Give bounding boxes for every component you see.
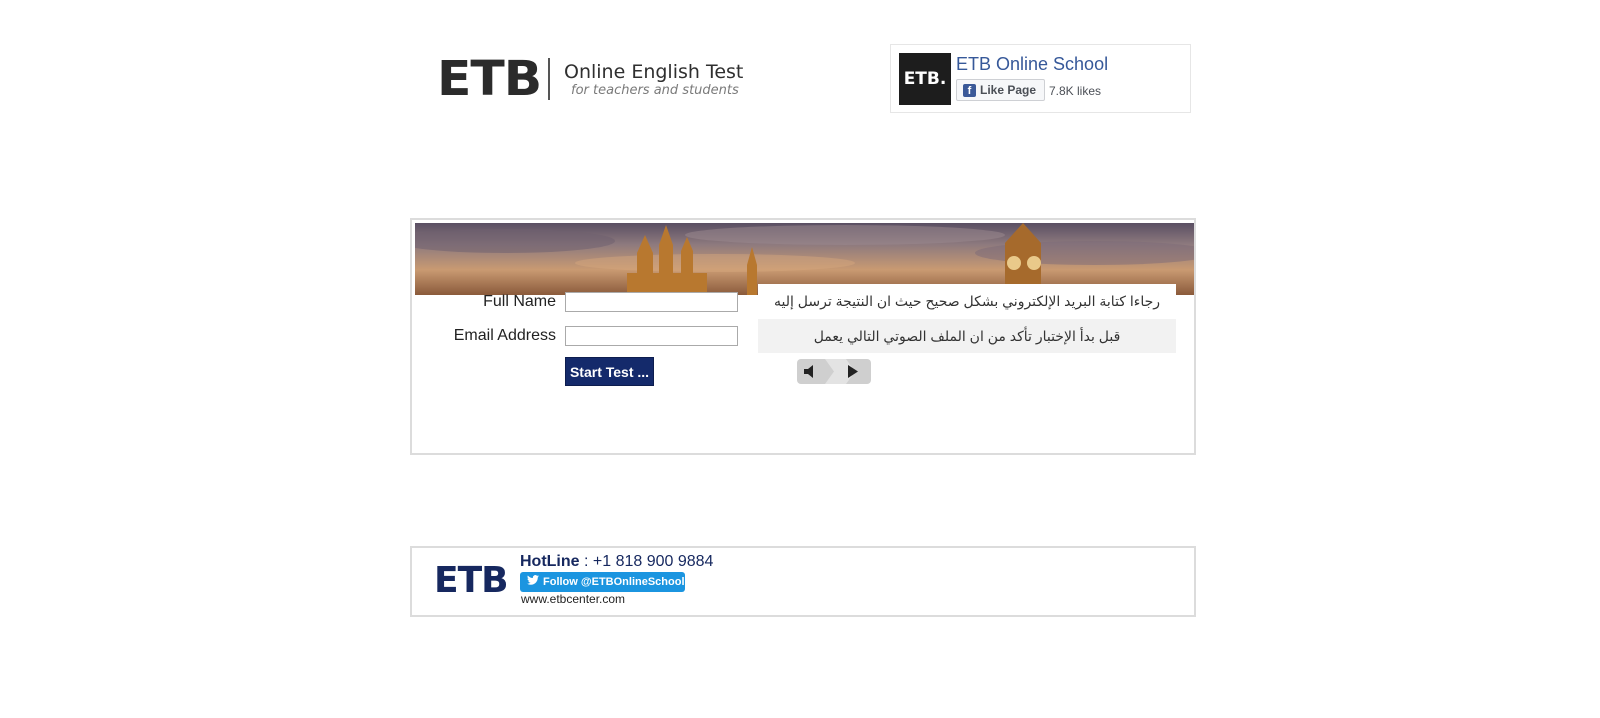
facebook-page-thumbnail[interactable]: ETB. [899, 53, 951, 105]
full-name-input[interactable] [565, 292, 738, 312]
play-icon[interactable] [847, 365, 859, 383]
email-address-input[interactable] [565, 326, 738, 346]
site-title: Online English Test [564, 61, 744, 83]
footer-etb-logo: ETB [434, 560, 509, 601]
hotline-number: : +1 818 900 9884 [579, 553, 714, 570]
audio-player[interactable] [797, 359, 871, 384]
email-address-label: Email Address [453, 327, 556, 344]
etb-logo: ETB [437, 51, 542, 107]
hotline-info: HotLine : +1 818 900 9884 [520, 553, 713, 571]
audio-notice-text: قبل بدأ الإختبار تأكد من ان الملف الصوتي… [758, 319, 1176, 353]
website-link[interactable]: www.etbcenter.com [521, 592, 625, 606]
volume-icon[interactable] [802, 363, 820, 384]
twitter-icon [527, 572, 539, 592]
full-name-label: Full Name [483, 293, 556, 310]
facebook-page-widget: ETB. ETB Online School f Like Page 7.8K … [890, 44, 1191, 113]
like-button-label: Like Page [980, 83, 1037, 97]
logo-divider [548, 58, 550, 100]
facebook-page-name-link[interactable]: ETB Online School [956, 54, 1108, 75]
twitter-follow-label: Follow @ETBOnlineSchool [543, 576, 685, 588]
facebook-icon: f [963, 83, 976, 97]
hotline-label: HotLine [520, 553, 580, 570]
site-tagline: for teachers and students [571, 83, 739, 98]
email-notice-text: رجاءا كتابة البريد الإلكتروني بشكل صحيح … [758, 284, 1176, 318]
facebook-like-count: 7.8K likes [1049, 84, 1102, 98]
twitter-follow-button[interactable]: Follow @ETBOnlineSchool [520, 572, 685, 592]
start-test-button[interactable]: Start Test ... [565, 357, 654, 386]
facebook-like-button[interactable]: f Like Page [956, 79, 1046, 101]
